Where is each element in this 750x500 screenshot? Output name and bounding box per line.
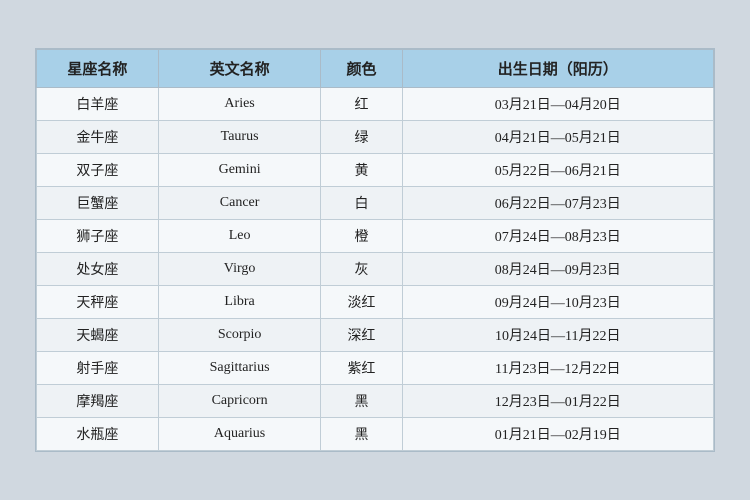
cell-chinese: 天秤座 [37, 286, 159, 319]
zodiac-table-container: 星座名称 英文名称 颜色 出生日期（阳历） 白羊座Aries红03月21日—04… [35, 48, 715, 452]
cell-chinese: 狮子座 [37, 220, 159, 253]
cell-date: 06月22日—07月23日 [402, 187, 713, 220]
cell-chinese: 金牛座 [37, 121, 159, 154]
cell-date: 11月23日—12月22日 [402, 352, 713, 385]
table-row: 处女座Virgo灰08月24日—09月23日 [37, 253, 714, 286]
cell-english: Libra [158, 286, 320, 319]
cell-color: 紫红 [321, 352, 402, 385]
table-row: 双子座Gemini黄05月22日—06月21日 [37, 154, 714, 187]
header-color: 颜色 [321, 50, 402, 88]
cell-color: 黑 [321, 418, 402, 451]
cell-english: Leo [158, 220, 320, 253]
cell-color: 白 [321, 187, 402, 220]
zodiac-table: 星座名称 英文名称 颜色 出生日期（阳历） 白羊座Aries红03月21日—04… [36, 49, 714, 451]
cell-chinese: 天蝎座 [37, 319, 159, 352]
cell-color: 绿 [321, 121, 402, 154]
cell-color: 红 [321, 88, 402, 121]
cell-chinese: 白羊座 [37, 88, 159, 121]
table-row: 摩羯座Capricorn黑12月23日—01月22日 [37, 385, 714, 418]
cell-chinese: 双子座 [37, 154, 159, 187]
cell-english: Aquarius [158, 418, 320, 451]
cell-date: 05月22日—06月21日 [402, 154, 713, 187]
cell-chinese: 射手座 [37, 352, 159, 385]
table-row: 狮子座Leo橙07月24日—08月23日 [37, 220, 714, 253]
table-row: 射手座Sagittarius紫红11月23日—12月22日 [37, 352, 714, 385]
table-row: 天蝎座Scorpio深红10月24日—11月22日 [37, 319, 714, 352]
cell-date: 08月24日—09月23日 [402, 253, 713, 286]
table-header-row: 星座名称 英文名称 颜色 出生日期（阳历） [37, 50, 714, 88]
header-date: 出生日期（阳历） [402, 50, 713, 88]
cell-english: Virgo [158, 253, 320, 286]
cell-chinese: 水瓶座 [37, 418, 159, 451]
cell-date: 10月24日—11月22日 [402, 319, 713, 352]
cell-english: Gemini [158, 154, 320, 187]
header-chinese: 星座名称 [37, 50, 159, 88]
cell-english: Sagittarius [158, 352, 320, 385]
cell-date: 07月24日—08月23日 [402, 220, 713, 253]
table-row: 金牛座Taurus绿04月21日—05月21日 [37, 121, 714, 154]
cell-chinese: 摩羯座 [37, 385, 159, 418]
cell-date: 03月21日—04月20日 [402, 88, 713, 121]
cell-color: 深红 [321, 319, 402, 352]
table-row: 白羊座Aries红03月21日—04月20日 [37, 88, 714, 121]
cell-color: 淡红 [321, 286, 402, 319]
header-english: 英文名称 [158, 50, 320, 88]
cell-color: 黄 [321, 154, 402, 187]
cell-chinese: 处女座 [37, 253, 159, 286]
cell-color: 灰 [321, 253, 402, 286]
cell-date: 09月24日—10月23日 [402, 286, 713, 319]
cell-english: Cancer [158, 187, 320, 220]
cell-color: 橙 [321, 220, 402, 253]
cell-english: Capricorn [158, 385, 320, 418]
table-row: 巨蟹座Cancer白06月22日—07月23日 [37, 187, 714, 220]
cell-english: Aries [158, 88, 320, 121]
cell-chinese: 巨蟹座 [37, 187, 159, 220]
table-row: 水瓶座Aquarius黑01月21日—02月19日 [37, 418, 714, 451]
table-row: 天秤座Libra淡红09月24日—10月23日 [37, 286, 714, 319]
cell-english: Scorpio [158, 319, 320, 352]
cell-date: 01月21日—02月19日 [402, 418, 713, 451]
cell-english: Taurus [158, 121, 320, 154]
cell-color: 黑 [321, 385, 402, 418]
cell-date: 04月21日—05月21日 [402, 121, 713, 154]
cell-date: 12月23日—01月22日 [402, 385, 713, 418]
